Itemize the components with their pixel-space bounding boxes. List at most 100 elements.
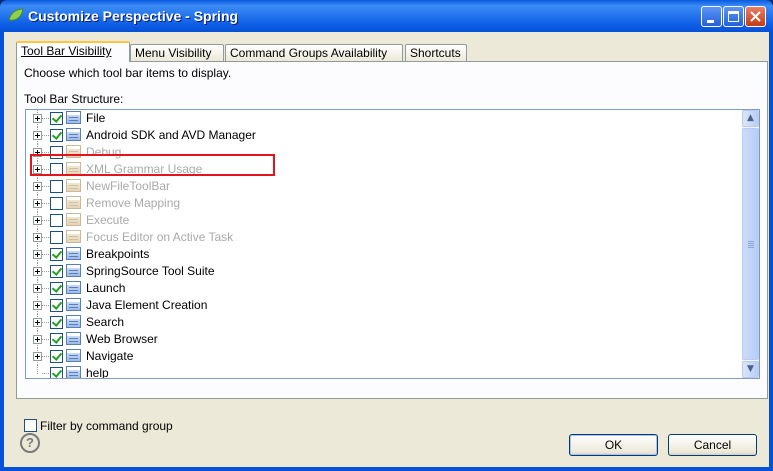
scroll-grip [748,241,754,242]
tree-item-checkbox[interactable] [50,265,63,278]
tree-item-label: Navigate [86,349,134,363]
tab-tool-bar-visibility[interactable]: Tool Bar Visibility [16,41,130,62]
tree-item[interactable]: Navigate [26,348,726,365]
tool-bar-structure-label: Tool Bar Structure: [24,92,124,106]
expand-icon[interactable] [33,301,42,310]
cancel-button[interactable]: Cancel [668,434,757,456]
tree-item-checkbox[interactable] [50,231,63,244]
tree-connector [42,322,49,323]
scroll-thumb[interactable] [742,128,759,360]
tree-item[interactable]: Breakpoints [26,246,726,263]
title-bar[interactable]: Customize Perspective - Spring [0,0,773,32]
toolbar-icon [66,332,81,345]
expand-icon[interactable] [33,233,42,242]
tree-connector [42,271,49,272]
tree-item[interactable]: Java Element Creation [26,297,726,314]
tree-item-checkbox[interactable] [50,112,63,125]
tree-item-label: Search [86,315,125,329]
scroll-down-button[interactable]: ▼ [742,361,759,378]
expand-icon[interactable] [33,199,42,208]
expand-icon[interactable] [33,335,42,344]
toolbar-icon [66,247,81,260]
filter-label: Filter by command group [40,419,173,433]
tree-item-checkbox[interactable] [50,129,63,142]
minimize-icon [707,20,714,23]
highlight-annotation-box [30,154,275,176]
tree-item[interactable]: Focus Editor on Active Task [26,229,726,246]
tree-connector [42,186,49,187]
tree-item-label: help [86,366,109,379]
tree-connector [42,288,49,289]
chevron-up-icon: ▲ [747,113,754,123]
tree-connector [42,305,49,306]
minimize-button[interactable] [701,6,722,27]
toolbar-icon [66,349,81,362]
spring-leaf-icon [8,8,24,21]
tree-item-checkbox[interactable] [50,316,63,329]
tree-item[interactable]: Web Browser [26,331,726,348]
toolbar-icon [66,315,81,328]
tree-connector [42,356,49,357]
expand-icon[interactable] [33,318,42,327]
expand-icon[interactable] [33,267,42,276]
instruction-text: Choose which tool bar items to display. [24,66,232,80]
tree-connector [42,237,49,238]
tab-shortcuts[interactable]: Shortcuts [405,44,467,61]
toolbar-icon [66,230,81,243]
tree-item[interactable]: Launch [26,280,726,297]
expand-icon[interactable] [33,284,42,293]
tree-item-checkbox[interactable] [50,214,63,227]
toolbar-icon [66,366,81,378]
maximize-button[interactable] [723,6,744,27]
tree-connector [42,203,49,204]
ok-button[interactable]: OK [569,434,658,456]
tree-item-checkbox[interactable] [50,367,63,378]
tree-item[interactable]: help [26,365,726,379]
toolbar-icon [66,196,81,209]
tab-command-groups-availability[interactable]: Command Groups Availability [225,44,403,61]
help-icon[interactable]: ? [20,433,40,453]
toolbar-icon [66,213,81,226]
tree-item[interactable]: Remove Mapping [26,195,726,212]
close-button[interactable] [745,6,766,27]
filter-checkbox[interactable] [24,419,37,432]
expand-icon[interactable] [33,131,42,140]
tree-item-checkbox[interactable] [50,350,63,363]
dialog-window: Customize Perspective - Spring Tool Bar … [0,0,773,471]
scroll-up-button[interactable]: ▲ [742,110,759,127]
tree-connector [42,152,49,153]
expand-icon[interactable] [33,216,42,225]
tree-item[interactable]: SpringSource Tool Suite [26,263,726,280]
expand-icon[interactable] [33,352,42,361]
toolbar-icon [66,128,81,141]
tree-item-label: Execute [86,213,130,227]
expand-icon[interactable] [33,114,42,123]
tree-item-checkbox[interactable] [50,282,63,295]
tree-item-checkbox[interactable] [50,197,63,210]
tab-menu-visibility[interactable]: Menu Visibility [130,44,224,61]
tree-connector [42,220,49,221]
tree-item[interactable]: NewFileToolBar [26,178,726,195]
expand-icon[interactable] [33,182,42,191]
window-title: Customize Perspective - Spring [28,8,239,24]
toolbar-icon [66,264,81,277]
tree-connector [42,254,49,255]
vertical-scrollbar[interactable]: ▲ ▼ [742,110,759,378]
toolbar-icon [66,298,81,311]
toolbar-icon [66,111,81,124]
tree-item-label: Breakpoints [86,247,150,261]
tree-item[interactable]: Execute [26,212,726,229]
tree-item-checkbox[interactable] [50,333,63,346]
expand-icon[interactable] [33,250,42,259]
tree-item[interactable]: Android SDK and AVD Manager [26,127,726,144]
tree-item[interactable]: Search [26,314,726,331]
tree-item-checkbox[interactable] [50,248,63,261]
tree-item-checkbox[interactable] [50,180,63,193]
tree-item-checkbox[interactable] [50,299,63,312]
tree-connector [42,135,49,136]
tree-item-label: NewFileToolBar [86,179,171,193]
tool-bar-structure-tree[interactable]: File Android SDK and AVD Manager Debug XML … [25,109,760,379]
tree-connector [42,373,49,374]
tab-label: Shortcuts [410,46,461,60]
tree-item[interactable]: File [26,110,726,127]
